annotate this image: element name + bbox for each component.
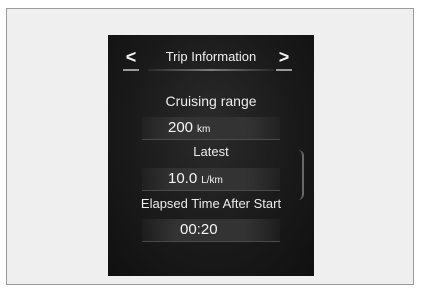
elapsed-time-value-box: 00:20 [142, 219, 280, 242]
figure-frame: < Trip Information > Cruising range 200 k… [6, 8, 414, 285]
trip-info-header: < Trip Information > [108, 47, 314, 71]
cruising-range-label: Cruising range [165, 93, 257, 109]
page-title: Trip Information [165, 49, 257, 64]
latest-unit: L/km [201, 175, 223, 186]
latest-value: 10.0 L/km [168, 170, 223, 187]
next-page-chevron-right-icon[interactable]: > [275, 47, 293, 71]
cruising-range-value-box: 200 km [142, 117, 280, 140]
latest-label: Latest [193, 144, 229, 159]
latest-value-box: 10.0 L/km [142, 168, 280, 191]
elapsed-time-value: 00:20 [180, 221, 218, 238]
latest-number: 10.0 [168, 170, 198, 187]
cruising-range-unit: km [197, 124, 211, 135]
trip-info-screen: < Trip Information > Cruising range 200 k… [108, 35, 314, 276]
elapsed-time-label: Elapsed Time After Start [140, 196, 282, 211]
cruising-range-value: 200 km [168, 119, 210, 136]
previous-page-chevron-left-icon[interactable]: < [122, 47, 140, 71]
title-underline [148, 69, 274, 71]
cruising-range-number: 200 [168, 119, 194, 136]
